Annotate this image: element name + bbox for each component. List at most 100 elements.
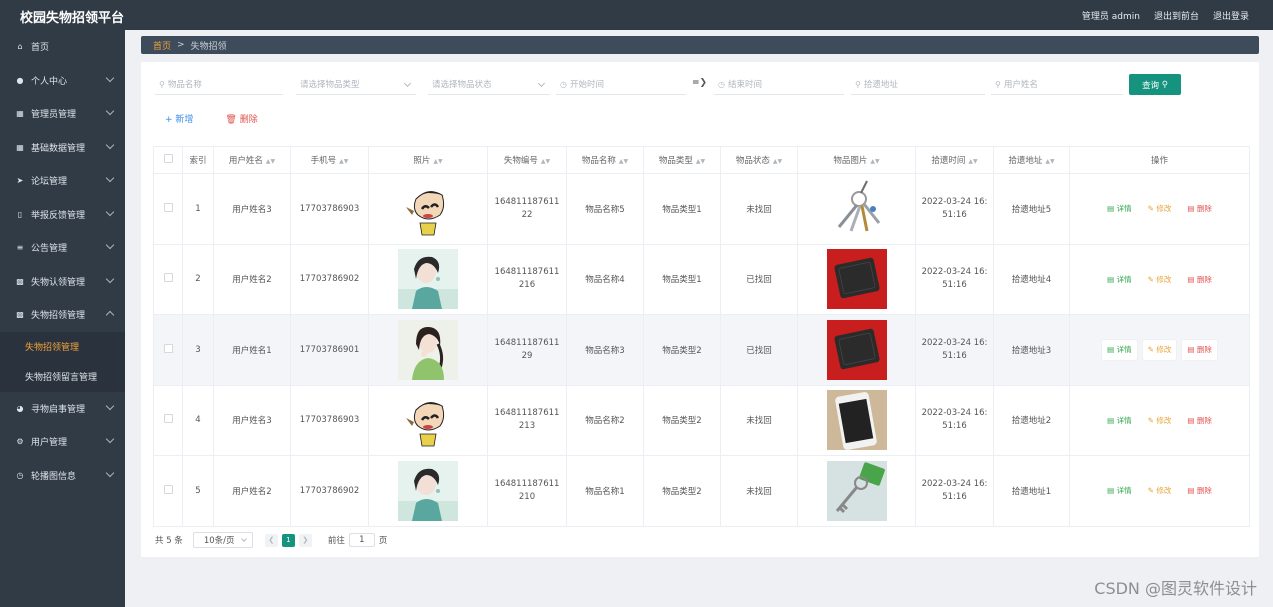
operations-cell: ▤ 详情 ✎ 修改 ▤ 删除: [1069, 314, 1250, 386]
index-cell: 4: [182, 384, 214, 456]
edit-button[interactable]: ✎ 修改: [1143, 199, 1177, 219]
logout-link[interactable]: 退出登录: [1213, 9, 1249, 22]
row-checkbox[interactable]: [163, 273, 173, 283]
sort-icon: ▲▼: [1045, 158, 1055, 165]
row-checkbox[interactable]: [163, 414, 173, 424]
user-name-input[interactable]: ⚲ 用户姓名: [991, 74, 1123, 95]
total-count: 共 5 条: [155, 536, 183, 546]
column-header-label: 拾遗地址: [1008, 156, 1043, 166]
code-cell: 164811187611216: [487, 243, 567, 315]
column-header[interactable]: 物品类型 ▲▼: [643, 146, 721, 174]
goto-page-input[interactable]: 1: [348, 533, 375, 547]
user-icon: ●: [16, 75, 24, 85]
user-name-cell: 用户姓名2: [213, 455, 291, 527]
woman-photo-image: [398, 249, 458, 310]
main-panel: ⚲ 物品名称 请选择物品类型 请选择物品状态 ◷ 开始时间 =❯ ◷ 结束时间 …: [141, 62, 1259, 557]
select-all-checkbox[interactable]: [163, 154, 173, 163]
sort-icon: ▲▼: [433, 158, 443, 165]
batch-delete-button[interactable]: 🗑 删除: [225, 112, 257, 125]
row-select-cell: [153, 384, 183, 456]
chevron-down-icon: [105, 173, 115, 183]
column-header[interactable]: 拾遗时间 ▲▼: [915, 146, 994, 174]
column-header[interactable]: 用户姓名 ▲▼: [213, 146, 291, 174]
sidebar-item[interactable]: ▦ 基础数据管理: [0, 131, 125, 165]
woman-photo-image: [398, 319, 458, 380]
sidebar-item[interactable]: ▩ 失物认领管理: [0, 265, 125, 299]
sidebar-item[interactable]: ≡ 公告管理: [0, 231, 125, 265]
delete-button[interactable]: ▤ 删除: [1182, 269, 1216, 289]
sidebar-item[interactable]: ⌂ 首页: [0, 30, 125, 64]
item-name-placeholder: 物品名称: [167, 80, 202, 90]
detail-label: 详情: [1116, 204, 1132, 214]
document-icon: ▤: [1107, 486, 1115, 496]
prev-page-button[interactable]: ❮: [264, 533, 278, 547]
edit-icon: ✎: [1147, 345, 1154, 355]
next-page-button[interactable]: ❯: [298, 533, 312, 547]
start-time-input[interactable]: ◷ 开始时间: [556, 74, 686, 95]
delete-button[interactable]: ▤ 删除: [1182, 339, 1217, 360]
item-type-cell: 物品类型1: [643, 173, 721, 245]
edit-button[interactable]: ✎ 修改: [1143, 481, 1177, 501]
edit-button[interactable]: ✎ 修改: [1142, 339, 1177, 360]
clock-icon: ◷: [16, 470, 24, 480]
user-name-cell: 用户姓名2: [213, 243, 291, 315]
sidebar-item[interactable]: ▯ 举报反馈管理: [0, 198, 125, 232]
item-status-cell: 未找回: [720, 173, 798, 245]
sidebar-item[interactable]: ▩ 失物招领管理: [0, 298, 125, 332]
item-type-cell: 物品类型2: [643, 384, 721, 456]
detail-button[interactable]: ▤ 详情: [1102, 410, 1136, 430]
detail-button[interactable]: ▤ 详情: [1102, 481, 1136, 501]
sidebar-item[interactable]: ▦ 管理员管理: [0, 97, 125, 131]
trash-icon: ▤: [1187, 345, 1195, 355]
detail-button[interactable]: ▤ 详情: [1102, 339, 1137, 360]
page-size-select[interactable]: 10条/页: [192, 532, 253, 548]
sidebar-submenu: 失物招领管理 失物招领留言管理: [0, 331, 125, 392]
sidebar-item[interactable]: ➤ 论坛管理: [0, 164, 125, 198]
column-header[interactable]: 物品名称 ▲▼: [566, 146, 644, 174]
edit-button[interactable]: ✎ 修改: [1143, 410, 1177, 430]
sort-icon: ▲▼: [870, 158, 880, 165]
breadcrumb-home[interactable]: 首页: [153, 39, 171, 52]
clock-icon: ◷: [560, 79, 567, 89]
edit-button[interactable]: ✎ 修改: [1143, 269, 1177, 289]
sidebar-item[interactable]: ◕ 寻物启事管理: [0, 392, 125, 426]
sidebar-subitem[interactable]: 失物招领管理: [0, 332, 125, 362]
row-checkbox[interactable]: [163, 343, 173, 353]
wallet-photo-image: [826, 319, 887, 380]
sidebar-item-label: 寻物启事管理: [31, 404, 86, 415]
sidebar-item[interactable]: ⚙ 用户管理: [0, 425, 125, 459]
table-row: 2 用户姓名2 17703786902 164811187611216 物品名称4 物品类…: [153, 243, 1250, 315]
delete-button[interactable]: ▤ 删除: [1182, 481, 1216, 501]
delete-button[interactable]: ▤ 删除: [1182, 410, 1216, 430]
sort-icon: ▲▼: [540, 158, 551, 165]
page-number-button[interactable]: 1: [281, 533, 295, 547]
column-header[interactable]: 物品图片 ▲▼: [797, 146, 916, 174]
column-header[interactable]: 失物编号 ▲▼: [487, 146, 567, 174]
detail-button[interactable]: ▤ 详情: [1102, 269, 1136, 289]
breadcrumb-current: 失物招领: [190, 41, 227, 52]
user-name-placeholder: 用户姓名: [1003, 80, 1038, 90]
end-time-input[interactable]: ◷ 结束时间: [714, 74, 844, 95]
address-input[interactable]: ⚲ 拾遗地址: [851, 74, 985, 95]
item-code: 164811187611210: [494, 478, 560, 502]
row-checkbox[interactable]: [163, 202, 173, 212]
exit-to-front-link[interactable]: 退出到前台: [1154, 9, 1199, 22]
column-header[interactable]: 物品状态 ▲▼: [720, 146, 798, 174]
item-status-select[interactable]: 请选择物品状态: [428, 74, 550, 95]
detail-button[interactable]: ▤ 详情: [1102, 199, 1136, 219]
delete-button[interactable]: ▤ 删除: [1182, 199, 1216, 219]
query-button[interactable]: 查询 ⚲: [1129, 74, 1181, 95]
item-name-input[interactable]: ⚲ 物品名称: [155, 74, 283, 95]
sidebar-item[interactable]: ◷ 轮播图信息: [0, 459, 125, 493]
add-button[interactable]: + 新增: [165, 112, 193, 125]
row-checkbox[interactable]: [163, 484, 173, 494]
found-address-cell: 拾遗地址2: [993, 384, 1070, 456]
item-type-select[interactable]: 请选择物品类型: [296, 74, 416, 95]
column-header[interactable]: 手机号 ▲▼: [290, 146, 369, 174]
column-header[interactable]: 照片 ▲▼: [368, 146, 488, 174]
sidebar-item[interactable]: ● 个人中心: [0, 64, 125, 98]
column-header[interactable]: 拾遗地址 ▲▼: [993, 146, 1070, 174]
phone-photo-image: [826, 390, 887, 451]
chevron-down-icon: [403, 79, 412, 88]
sidebar-subitem[interactable]: 失物招领留言管理: [0, 362, 125, 392]
